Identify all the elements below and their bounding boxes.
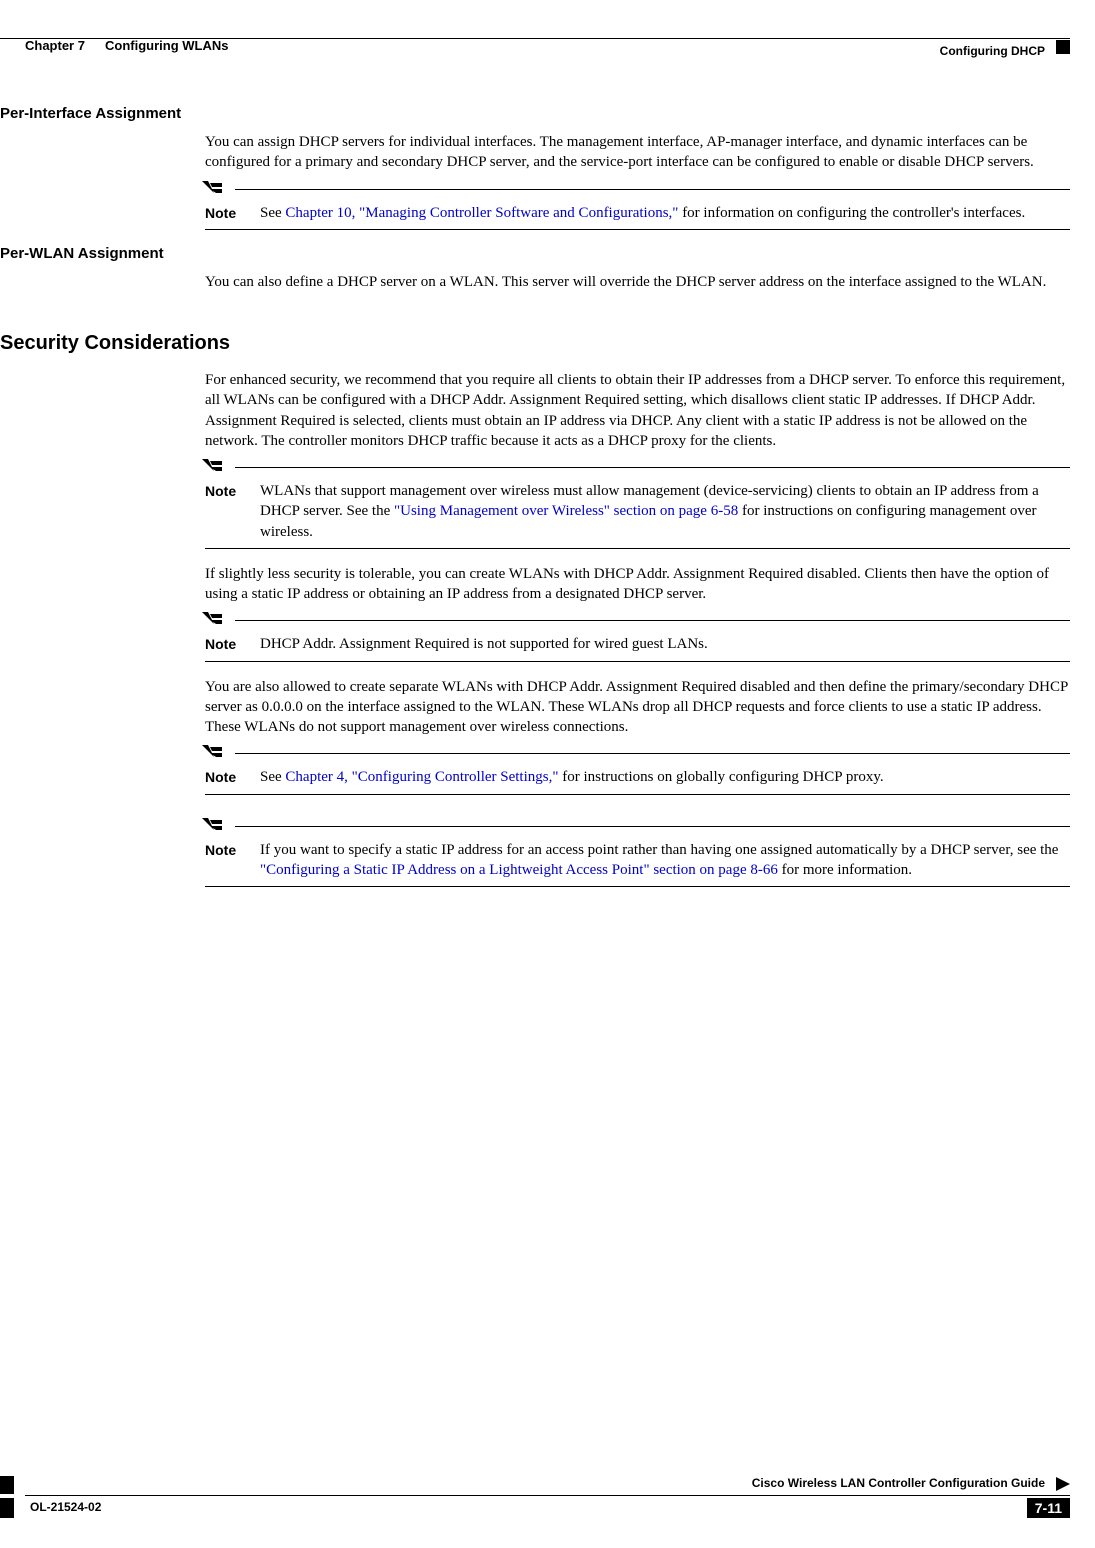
note-text-post: for instructions on globally configuring… — [558, 769, 883, 785]
note-rule-bottom — [205, 794, 1070, 795]
paragraph: If slightly less security is tolerable, … — [205, 564, 1070, 605]
note-rule-top — [235, 467, 1070, 468]
note-text-pre: If you want to specify a static IP addre… — [260, 842, 1058, 858]
note-block: Note See Chapter 10, "Managing Controlle… — [205, 193, 1070, 230]
note-rule-top — [235, 826, 1070, 827]
note-block: Note DHCP Addr. Assignment Required is n… — [205, 624, 1070, 661]
header-chapter-title: Configuring WLANs — [105, 38, 228, 53]
footer-doc-title: Cisco Wireless LAN Controller Configurat… — [752, 1476, 1045, 1490]
note-icon — [200, 610, 226, 634]
footer-rule — [25, 1495, 1070, 1496]
note-rule-top — [235, 753, 1070, 754]
link-static-ip-ap[interactable]: "Configuring a Static IP Address on a Li… — [260, 862, 778, 878]
link-chapter-4[interactable]: Chapter 4, "Configuring Controller Setti… — [285, 769, 558, 785]
note-rule-bottom — [205, 548, 1070, 549]
header-section-title: Configuring DHCP — [940, 44, 1045, 58]
note-text: WLANs that support management over wirel… — [260, 481, 1070, 542]
footer-page-number: 7-11 — [1027, 1498, 1070, 1518]
heading-per-wlan: Per-WLAN Assignment — [0, 245, 1070, 262]
note-text-pre: See — [260, 769, 285, 785]
note-icon — [200, 457, 226, 481]
footer-left-box — [0, 1476, 14, 1518]
note-block: Note If you want to specify a static IP … — [205, 830, 1070, 888]
paragraph: You can also define a DHCP server on a W… — [205, 272, 1070, 292]
content-area: Per-Interface Assignment You can assign … — [25, 90, 1070, 902]
header-rule — [0, 38, 1070, 39]
footer-doc-id: OL-21524-02 — [30, 1500, 101, 1514]
note-rule-top — [235, 189, 1070, 190]
note-icon — [200, 743, 226, 767]
note-rule-top — [235, 620, 1070, 621]
page-header: Chapter 7 Configuring WLANs — [0, 18, 1095, 48]
paragraph: You can assign DHCP servers for individu… — [205, 132, 1070, 173]
note-text-pre: See — [260, 205, 285, 221]
note-label: Note — [205, 634, 260, 654]
heading-per-interface: Per-Interface Assignment — [0, 105, 1070, 122]
note-block: Note WLANs that support management over … — [205, 471, 1070, 549]
note-rule-bottom — [205, 886, 1070, 887]
note-icon — [200, 816, 226, 840]
header-chapter-number: Chapter 7 — [25, 38, 85, 53]
note-label: Note — [205, 767, 260, 787]
note-text-post: for information on configuring the contr… — [678, 205, 1025, 221]
note-label: Note — [205, 481, 260, 501]
note-text: See Chapter 4, "Configuring Controller S… — [260, 767, 1070, 787]
note-text: If you want to specify a static IP addre… — [260, 840, 1070, 881]
paragraph: You are also allowed to create separate … — [205, 677, 1070, 738]
header-marker-box — [1056, 40, 1070, 54]
footer-arrow-icon — [1056, 1477, 1070, 1491]
note-text: DHCP Addr. Assignment Required is not su… — [260, 634, 1070, 654]
note-icon — [200, 179, 226, 203]
paragraph: For enhanced security, we recommend that… — [205, 370, 1070, 451]
link-mgmt-over-wireless[interactable]: "Using Management over Wireless" section… — [394, 503, 738, 519]
note-rule-bottom — [205, 229, 1070, 230]
note-label: Note — [205, 840, 260, 860]
heading-security: Security Considerations — [0, 332, 1070, 355]
note-label: Note — [205, 203, 260, 223]
page: Chapter 7 Configuring WLANs Configuring … — [0, 0, 1095, 1548]
link-chapter-10[interactable]: Chapter 10, "Managing Controller Softwar… — [285, 205, 678, 221]
note-text: See Chapter 10, "Managing Controller Sof… — [260, 203, 1070, 223]
note-rule-bottom — [205, 661, 1070, 662]
note-text-post: for more information. — [778, 862, 912, 878]
note-block: Note See Chapter 4, "Configuring Control… — [205, 757, 1070, 794]
